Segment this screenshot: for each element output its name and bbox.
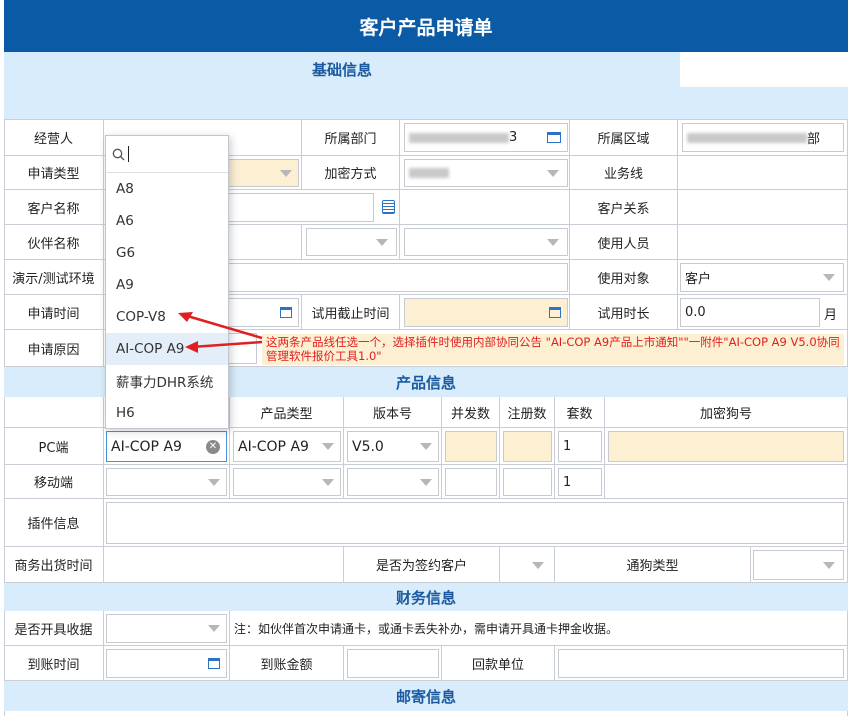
arrow-to-ai-cop-a9 bbox=[191, 340, 263, 349]
arrowhead-ai-cop-a9 bbox=[185, 341, 198, 353]
arrow-to-cop-v8 bbox=[183, 313, 263, 340]
annotation-arrows bbox=[178, 312, 263, 353]
